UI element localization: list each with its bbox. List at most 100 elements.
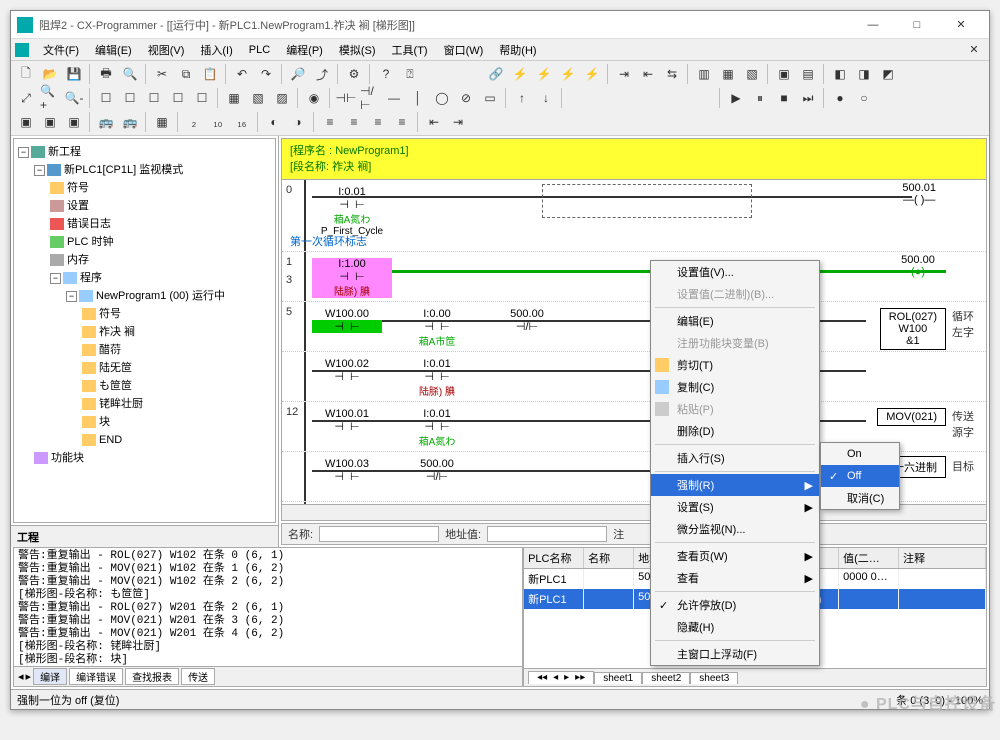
tb-mode-run[interactable]: ▧ <box>741 63 763 85</box>
menu-plc[interactable]: PLC <box>241 42 278 58</box>
tb-bus1[interactable]: 🚌 <box>95 111 117 133</box>
tb-ladder-v1[interactable]: ▦ <box>223 87 245 109</box>
menu-program[interactable]: 编程(P) <box>278 40 331 60</box>
tb-sect2[interactable]: ▣ <box>39 111 61 133</box>
tree-sect-4[interactable]: も笸笸 <box>99 380 132 392</box>
menu-insert[interactable]: 插入(I) <box>192 40 240 60</box>
tb-ladder-v3[interactable]: ▨ <box>271 87 293 109</box>
tree-fb[interactable]: 功能块 <box>51 452 84 464</box>
tb-cut[interactable]: ✂ <box>151 63 173 85</box>
watch-col-name[interactable]: 名称 <box>584 548 634 568</box>
coil-addr[interactable]: 500.00 <box>900 254 936 266</box>
tree-sect-3[interactable]: 陆旡笸 <box>99 362 132 374</box>
tree-root[interactable]: 新工程 <box>48 146 81 158</box>
sheet-tab-3[interactable]: sheet3 <box>690 672 738 684</box>
menu-tools[interactable]: 工具(T) <box>384 40 436 60</box>
tb-redo[interactable]: ↷ <box>255 63 277 85</box>
tb-whatsthis[interactable]: ⍰ <box>399 63 421 85</box>
mdi-close-button[interactable]: ✕ <box>963 41 985 59</box>
tree-newprogram1[interactable]: NewProgram1 (00) 运行中 <box>96 290 225 302</box>
contact-addr[interactable]: I:0.01 <box>312 186 392 198</box>
tree-sect-0[interactable]: 符号 <box>99 308 121 320</box>
ctx-force-item-1[interactable]: Off✓ <box>821 465 899 487</box>
tb-misc2[interactable]: ◑ <box>287 111 309 133</box>
tb-zoom-fit[interactable]: ⤢ <box>15 87 37 109</box>
instruction-box[interactable]: MOV(021) <box>877 408 946 426</box>
tb-zoom-out[interactable]: 🔍- <box>63 87 85 109</box>
contact-addr[interactable]: I:0.01 <box>402 358 472 370</box>
tb-ladder-v2[interactable]: ▧ <box>247 87 269 109</box>
contact-addr[interactable]: I:0.01 <box>402 408 472 420</box>
project-tab[interactable]: 工程 <box>11 525 278 547</box>
tb-ld-contactn[interactable]: ⊣/⊢ <box>359 87 381 109</box>
tb-view-watch[interactable]: ☐ <box>143 87 165 109</box>
ctx-item-13[interactable]: 设置(S)▶ <box>651 496 819 518</box>
tree-sect-end[interactable]: END <box>99 434 122 446</box>
tb-stop[interactable]: ■ <box>773 87 795 109</box>
tree-sect-6[interactable]: 块 <box>99 416 110 428</box>
coil-addr[interactable]: 500.01 <box>902 182 936 194</box>
ctx-force-item-2[interactable]: 取消(C) <box>821 487 899 509</box>
tb-view-addr[interactable]: ☐ <box>167 87 189 109</box>
tree-errlog[interactable]: 错误日志 <box>67 218 111 230</box>
sheet-tab-1[interactable]: sheet1 <box>594 672 642 684</box>
tb-transfer-to[interactable]: ⇥ <box>613 63 635 85</box>
tree-sect-1[interactable]: 祚决 裥 <box>99 326 135 338</box>
tree-settings[interactable]: 设置 <box>67 200 89 212</box>
ctx-item-22[interactable]: 主窗口上浮动(F) <box>651 643 819 665</box>
tb-mon2[interactable]: ⚡ <box>533 63 555 85</box>
tb-extra3[interactable]: ◩ <box>877 63 899 85</box>
tb-ld-coil[interactable]: ◯ <box>431 87 453 109</box>
tb-align-t[interactable]: ≡ <box>391 111 413 133</box>
tb-misc1[interactable]: ◐ <box>263 111 285 133</box>
ctx-item-4[interactable]: 注册功能块变量(B) <box>651 332 819 354</box>
ctx-item-8[interactable]: 删除(D) <box>651 420 819 442</box>
ctx-item-12[interactable]: 强制(R)▶ <box>651 474 819 496</box>
contact-addr[interactable]: I:1.00 <box>312 258 392 270</box>
close-button[interactable]: ✕ <box>939 12 983 38</box>
menu-file[interactable]: 文件(F) <box>35 40 87 60</box>
output-tab-errors[interactable]: 编译错误 <box>69 668 123 685</box>
tb-edge-up[interactable]: ↑ <box>511 87 533 109</box>
tb-edge-dn[interactable]: ↓ <box>535 87 557 109</box>
tree-sect-2[interactable]: 醋葕 <box>99 344 121 356</box>
output-tab-compile[interactable]: 编译 <box>33 668 67 685</box>
tb-mon4[interactable]: ⚡ <box>581 63 603 85</box>
tb-open[interactable]: 📂 <box>39 63 61 85</box>
ctx-item-20[interactable]: 隐藏(H) <box>651 616 819 638</box>
minimize-button[interactable]: — <box>851 12 895 38</box>
tb-mon3[interactable]: ⚡ <box>557 63 579 85</box>
menu-help[interactable]: 帮助(H) <box>491 40 544 60</box>
tb-force-on[interactable] <box>669 87 691 109</box>
tb-preview[interactable]: 🔍 <box>119 63 141 85</box>
tb-view-out[interactable]: ☐ <box>119 87 141 109</box>
tb-indent-r[interactable]: ⇥ <box>447 111 469 133</box>
contact-addr[interactable]: W100.02 <box>312 358 382 370</box>
tb-indent-l[interactable]: ⇤ <box>423 111 445 133</box>
tree-sect-5[interactable]: 铑眸壮厨 <box>99 398 143 410</box>
tb-base10[interactable]: ₁₀ <box>207 111 229 133</box>
menu-edit[interactable]: 编辑(E) <box>87 40 140 60</box>
ctx-item-7[interactable]: 粘贴(P) <box>651 398 819 420</box>
tree-programs[interactable]: 程序 <box>80 272 102 284</box>
menu-simulate[interactable]: 模拟(S) <box>331 40 384 60</box>
contact-addr[interactable]: W100.03 <box>312 458 382 470</box>
ctx-item-3[interactable]: 编辑(E) <box>651 310 819 332</box>
instruction-box[interactable]: ROL(027) W100 &1 <box>880 308 946 350</box>
tb-step[interactable]: ⏭ <box>797 87 819 109</box>
contact-addr[interactable]: I:0.00 <box>402 308 472 320</box>
ctx-item-14[interactable]: 微分监视(N)... <box>651 518 819 540</box>
tb-window-tile[interactable]: ▣ <box>773 63 795 85</box>
tb-goto[interactable]: ⤴ <box>311 63 333 85</box>
contact-addr[interactable]: 500.00 <box>492 308 562 320</box>
tb-paste[interactable]: 📋 <box>199 63 221 85</box>
output-text[interactable]: 警告:重复输出 - ROL(027) W102 在条 0 (6, 1) 警告:重… <box>14 548 522 666</box>
tb-align-l[interactable]: ≡ <box>319 111 341 133</box>
tb-mon1[interactable]: ⚡ <box>509 63 531 85</box>
tb-align-c[interactable]: ≡ <box>343 111 365 133</box>
tb-zoom-in[interactable]: 🔍+ <box>39 87 61 109</box>
tb-find[interactable]: 🔎 <box>287 63 309 85</box>
ctx-force-item-0[interactable]: On <box>821 443 899 465</box>
tree-plc[interactable]: 新PLC1[CP1L] 监视模式 <box>64 164 183 176</box>
menu-view[interactable]: 视图(V) <box>140 40 193 60</box>
